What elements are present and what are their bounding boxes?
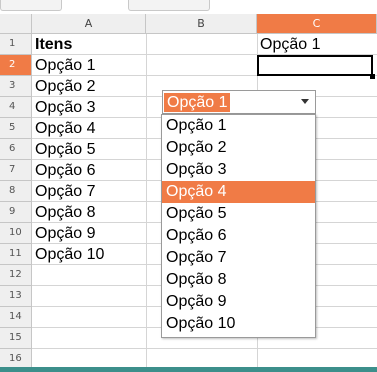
dropdown-option[interactable]: Opção 5: [162, 203, 315, 225]
row-header-15[interactable]: 15: [0, 328, 32, 349]
cell-a4[interactable]: Opção 3: [35, 97, 95, 118]
row-header-9[interactable]: 9: [0, 202, 32, 223]
column-header-a[interactable]: A: [32, 14, 146, 34]
cell-a6[interactable]: Opção 5: [35, 139, 95, 160]
cell-a10[interactable]: Opção 9: [35, 223, 95, 244]
row-header-13[interactable]: 13: [0, 286, 32, 307]
row-header-7[interactable]: 7: [0, 160, 32, 181]
dropdown-option[interactable]: Opção 2: [162, 137, 315, 159]
row-header-14[interactable]: 14: [0, 307, 32, 328]
row-header-12[interactable]: 12: [0, 265, 32, 286]
cell-c1[interactable]: Opção 1: [260, 34, 320, 55]
toolbar-button-left[interactable]: [0, 0, 62, 11]
column-header-c[interactable]: C: [257, 14, 377, 34]
dropdown-option[interactable]: Opção 9: [162, 291, 315, 313]
select-all-corner[interactable]: [0, 14, 32, 34]
row-header-11[interactable]: 11: [0, 244, 32, 265]
column-header-b[interactable]: B: [146, 14, 257, 34]
row-header-2[interactable]: 2: [0, 55, 32, 76]
row-header-5[interactable]: 5: [0, 118, 32, 139]
dropdown-option-highlighted[interactable]: Opção 4: [162, 181, 315, 203]
cell-a9[interactable]: Opção 8: [35, 202, 95, 223]
dropdown-option[interactable]: Opção 6: [162, 225, 315, 247]
cell-a3[interactable]: Opção 2: [35, 76, 95, 97]
row-header-6[interactable]: 6: [0, 139, 32, 160]
dropdown-option[interactable]: Opção 8: [162, 269, 315, 291]
row-header-4[interactable]: 4: [0, 97, 32, 118]
status-bar-strip: [0, 367, 377, 372]
row-header-3[interactable]: 3: [0, 76, 32, 97]
cell-a2[interactable]: Opção 1: [35, 55, 95, 76]
cell-a7[interactable]: Opção 6: [35, 160, 95, 181]
validation-dropdown[interactable]: Opção 1: [162, 90, 316, 114]
dropdown-option[interactable]: Opção 3: [162, 159, 315, 181]
dropdown-options-list[interactable]: Opção 1 Opção 2 Opção 3 Opção 4 Opção 5 …: [161, 114, 316, 338]
row-header-8[interactable]: 8: [0, 181, 32, 202]
row-header-1[interactable]: 1: [0, 34, 32, 55]
chevron-down-icon[interactable]: [301, 99, 309, 104]
dropdown-selected-value: Opção 1: [164, 93, 231, 112]
row-header-10[interactable]: 10: [0, 223, 32, 244]
toolbar-button-format[interactable]: [128, 0, 210, 11]
autofill-handle[interactable]: [370, 74, 375, 79]
gridline-col-a-b: [146, 34, 147, 372]
dropdown-option[interactable]: Opção 10: [162, 313, 315, 335]
cell-a8[interactable]: Opção 7: [35, 181, 95, 202]
cell-a11[interactable]: Opção 10: [35, 244, 104, 265]
toolbar-strip: [0, 0, 377, 14]
cell-a5[interactable]: Opção 4: [35, 118, 95, 139]
active-cell-c2[interactable]: [257, 55, 373, 76]
gridline-row: [32, 348, 377, 349]
dropdown-option[interactable]: Opção 1: [162, 115, 315, 137]
cell-a1[interactable]: Itens: [35, 34, 72, 55]
dropdown-option[interactable]: Opção 7: [162, 247, 315, 269]
